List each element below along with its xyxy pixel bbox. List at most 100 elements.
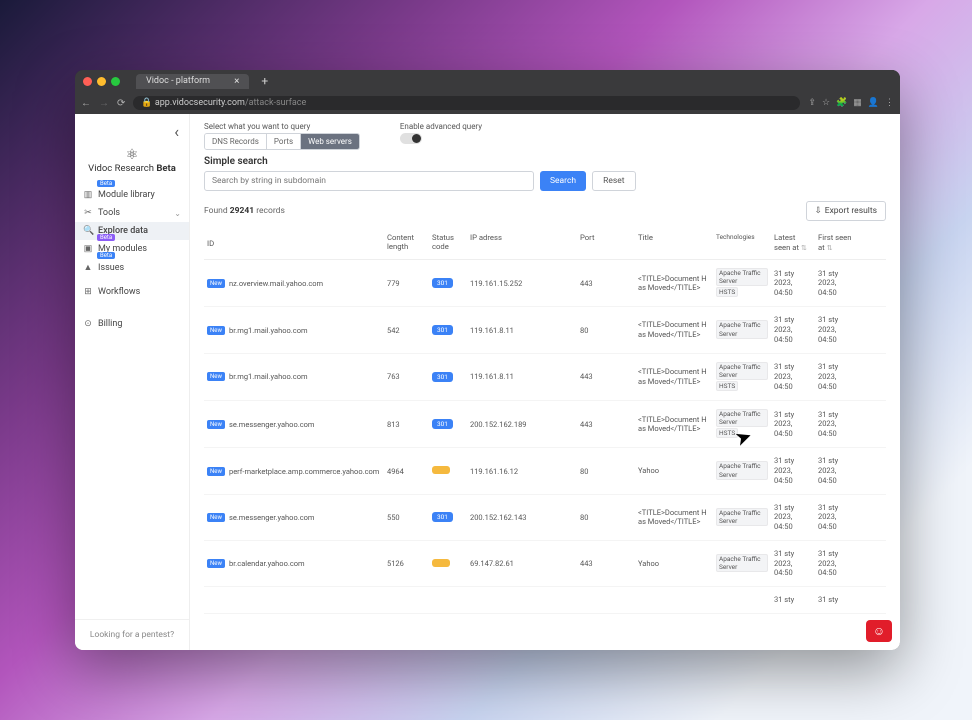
- host-link[interactable]: br.mg1.mail.yahoo.com: [229, 372, 308, 381]
- status-badge: [432, 559, 450, 567]
- cell-first: 31 sty 2023, 04:50: [815, 315, 859, 344]
- col-latest-seen[interactable]: Latest seen at⇅: [771, 233, 815, 253]
- col-port[interactable]: Port: [577, 233, 635, 253]
- flow-icon: ⊞: [83, 287, 93, 297]
- col-title[interactable]: Title: [635, 233, 713, 253]
- back-icon[interactable]: ←: [81, 98, 91, 109]
- simple-search-heading: Simple search: [204, 156, 886, 167]
- new-badge: New: [207, 326, 225, 335]
- cell-title: Yahoo: [635, 466, 713, 476]
- export-icon: ⇩: [815, 206, 822, 216]
- reload-icon[interactable]: ⟳: [117, 98, 125, 109]
- tech-badge: Apache Traffic Server: [716, 461, 768, 479]
- sort-icon: ⇅: [827, 244, 833, 252]
- sidebar-item-label: Workflows: [98, 287, 140, 297]
- window-titlebar: Vidoc - platform × +: [75, 70, 900, 92]
- browser-tab[interactable]: Vidoc - platform ×: [136, 74, 249, 89]
- brand: ⚛︎ Vidoc Research Beta: [75, 141, 189, 186]
- table-row[interactable]: Newnz.overview.mail.yahoo.com779301119.1…: [204, 260, 886, 307]
- cell-content-length: 550: [384, 513, 429, 522]
- maximize-window-icon[interactable]: [111, 77, 120, 86]
- col-status-code[interactable]: Status code: [429, 233, 467, 253]
- sidebar-item-billing[interactable]: ⊙Billing: [75, 315, 189, 333]
- tech-badge: HSTS: [716, 381, 738, 391]
- sidebar-item-module-library[interactable]: ▥BetaModule library: [75, 186, 189, 204]
- sidebar-item-my-modules[interactable]: ▣BetaMy modules: [75, 240, 189, 258]
- new-badge: New: [207, 513, 225, 522]
- col-id[interactable]: ID: [204, 233, 384, 253]
- host-link[interactable]: br.calendar.yahoo.com: [229, 559, 305, 568]
- new-tab-icon[interactable]: +: [261, 74, 268, 88]
- table-row[interactable]: Newbr.mg1.mail.yahoo.com542301119.161.8.…: [204, 307, 886, 353]
- cell-content-length: 779: [384, 279, 429, 288]
- col-content-length[interactable]: Content length: [384, 233, 429, 253]
- main-panel: Select what you want to query DNS Record…: [190, 114, 900, 650]
- status-badge: 301: [432, 419, 453, 429]
- close-window-icon[interactable]: [83, 77, 92, 86]
- cell-first: 31 sty 2023, 04:50: [815, 549, 859, 578]
- collapse-sidebar-icon[interactable]: ‹: [75, 122, 189, 141]
- cell-ip: 119.161.15.252: [467, 279, 577, 288]
- cell-latest: 31 sty: [771, 595, 815, 605]
- tech-badge: HSTS: [716, 287, 738, 297]
- sidebar-item-workflows[interactable]: ⊞ Workflows: [75, 283, 189, 301]
- forward-icon[interactable]: →: [99, 98, 109, 109]
- badge: Beta: [97, 180, 115, 187]
- export-results-button[interactable]: ⇩Export results: [806, 201, 886, 221]
- cell-ip: 119.161.16.12: [467, 467, 577, 476]
- cell-latest: 31 sty 2023, 04:50: [771, 315, 815, 344]
- close-tab-icon[interactable]: ×: [234, 76, 239, 87]
- box-icon: ▣: [83, 244, 93, 254]
- table-row[interactable]: Newbr.mg1.mail.yahoo.com763301119.161.8.…: [204, 354, 886, 401]
- col-technologies[interactable]: Technologies: [713, 233, 771, 253]
- search-button[interactable]: Search: [540, 171, 586, 191]
- cell-title: <TITLE>Document Has Moved</TITLE>: [635, 415, 713, 435]
- cell-port: 80: [577, 513, 635, 522]
- shield-icon: ▲: [83, 262, 93, 273]
- segment-dns-records[interactable]: DNS Records: [205, 134, 267, 149]
- table-row[interactable]: Newse.messenger.yahoo.com550301200.152.1…: [204, 495, 886, 541]
- cell-content-length: 542: [384, 326, 429, 335]
- cell-content-length: 4964: [384, 467, 429, 476]
- support-chat-button[interactable]: ☺: [866, 620, 892, 642]
- sort-icon: ⇅: [801, 244, 807, 252]
- table-row[interactable]: Newperf-marketplace.amp.commerce.yahoo.c…: [204, 448, 886, 494]
- sidebar-item-explore-data[interactable]: 🔍Explore data: [75, 222, 189, 240]
- profile-icon[interactable]: 👤: [868, 98, 879, 108]
- cell-ip: 200.152.162.189: [467, 420, 577, 429]
- extension-icon[interactable]: 🧩: [836, 98, 847, 108]
- url-field[interactable]: 🔒 app.vidocsecurity.com/attack-surface: [133, 96, 800, 110]
- results-count: Found 29241 records: [204, 206, 285, 216]
- segment-ports[interactable]: Ports: [267, 134, 301, 149]
- app-icon[interactable]: ▦: [853, 98, 862, 108]
- chevron-down-icon: ⌄: [174, 209, 181, 218]
- browser-window: Vidoc - platform × + ← → ⟳ 🔒 app.vidocse…: [75, 70, 900, 650]
- host-link[interactable]: nz.overview.mail.yahoo.com: [229, 279, 323, 288]
- reset-button[interactable]: Reset: [592, 171, 635, 191]
- table-row[interactable]: 31 sty31 sty: [204, 587, 886, 614]
- cell-first: 31 sty: [815, 595, 859, 605]
- status-badge: 301: [432, 372, 453, 382]
- sidebar-item-issues[interactable]: ▲BetaIssues: [75, 258, 189, 277]
- minimize-window-icon[interactable]: [97, 77, 106, 86]
- menu-icon[interactable]: ⋮: [885, 98, 894, 108]
- host-link[interactable]: perf-marketplace.amp.commerce.yahoo.com: [229, 467, 379, 476]
- sidebar-item-label: Billing: [98, 319, 122, 329]
- pentest-link[interactable]: Looking for a pentest?: [75, 619, 189, 650]
- sidebar: ‹ ⚛︎ Vidoc Research Beta ▥BetaModule lib…: [75, 114, 190, 650]
- sidebar-item-tools[interactable]: ✂Tools⌄: [75, 204, 189, 222]
- share-icon[interactable]: ⇪: [808, 98, 816, 108]
- host-link[interactable]: br.mg1.mail.yahoo.com: [229, 326, 308, 335]
- col-ip-address[interactable]: IP adress: [467, 233, 577, 253]
- app-content: ‹ ⚛︎ Vidoc Research Beta ▥BetaModule lib…: [75, 114, 900, 650]
- segment-web-servers[interactable]: Web servers: [301, 134, 359, 149]
- table-row[interactable]: Newbr.calendar.yahoo.com512669.147.82.61…: [204, 541, 886, 587]
- host-link[interactable]: se.messenger.yahoo.com: [229, 420, 315, 429]
- star-icon[interactable]: ☆: [822, 98, 830, 108]
- subdomain-search-input[interactable]: [204, 171, 534, 191]
- col-first-seen[interactable]: First seen at⇅: [815, 233, 859, 253]
- table-row[interactable]: Newse.messenger.yahoo.com813301200.152.1…: [204, 401, 886, 448]
- advanced-query-toggle[interactable]: [400, 133, 422, 144]
- advanced-query-label: Enable advanced query: [400, 122, 482, 131]
- host-link[interactable]: se.messenger.yahoo.com: [229, 513, 315, 522]
